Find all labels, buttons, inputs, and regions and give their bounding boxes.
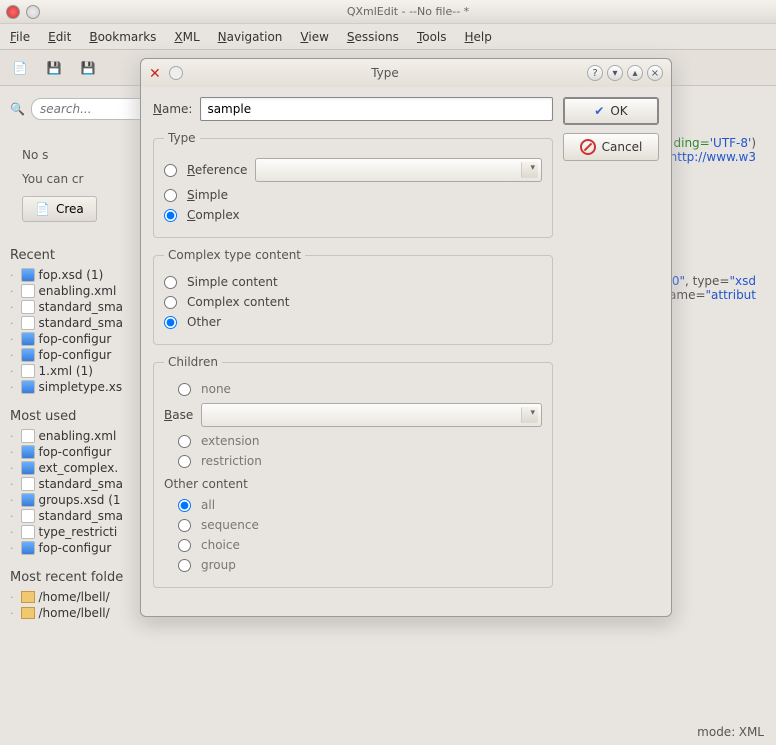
- ok-button[interactable]: ✔ OK: [563, 97, 659, 125]
- type-reference-label: Reference: [187, 163, 247, 177]
- oc-group-label: group: [201, 558, 236, 572]
- type-dialog: ✕ Type ? ▾ ▴ × Name: Type Re: [140, 58, 672, 617]
- other-content-header: Other content: [164, 477, 542, 491]
- oc-choice-label: choice: [201, 538, 240, 552]
- dialog-x-icon[interactable]: ×: [647, 65, 663, 81]
- oc-group-radio[interactable]: [178, 559, 191, 572]
- base-combo[interactable]: [201, 403, 542, 427]
- oc-all-radio[interactable]: [178, 499, 191, 512]
- ctc-other-label: Other: [187, 315, 221, 329]
- oc-all-label: all: [201, 498, 215, 512]
- base-label: Base: [164, 408, 193, 422]
- dialog-overlay: ✕ Type ? ▾ ▴ × Name: Type Re: [0, 0, 776, 745]
- ctc-legend: Complex type content: [164, 248, 305, 262]
- children-none-label: none: [201, 382, 231, 396]
- reference-combo[interactable]: [255, 158, 542, 182]
- cancel-icon: [580, 139, 596, 155]
- cancel-label: Cancel: [602, 140, 643, 154]
- type-fieldset: Type Reference Simple Complex: [153, 131, 553, 238]
- collapse-up-icon[interactable]: ▴: [627, 65, 643, 81]
- children-restriction-radio[interactable]: [178, 455, 191, 468]
- help-icon[interactable]: ?: [587, 65, 603, 81]
- type-legend: Type: [164, 131, 200, 145]
- dialog-titlebar: ✕ Type ? ▾ ▴ ×: [141, 59, 671, 87]
- type-simple-label: Simple: [187, 188, 228, 202]
- dialog-min-icon[interactable]: [169, 66, 183, 80]
- children-restriction-label: restriction: [201, 454, 262, 468]
- ctc-complex-radio[interactable]: [164, 296, 177, 309]
- ok-label: OK: [610, 104, 627, 118]
- oc-sequence-label: sequence: [201, 518, 259, 532]
- dialog-close-icon[interactable]: ✕: [149, 66, 163, 80]
- complex-content-fieldset: Complex type content Simple content Comp…: [153, 248, 553, 345]
- children-extension-label: extension: [201, 434, 260, 448]
- check-icon: ✔: [594, 104, 604, 118]
- ctc-complex-label: Complex content: [187, 295, 289, 309]
- cancel-button[interactable]: Cancel: [563, 133, 659, 161]
- type-simple-radio[interactable]: [164, 189, 177, 202]
- name-label: Name:: [153, 102, 192, 116]
- type-complex-label: Complex: [187, 208, 240, 222]
- type-complex-radio[interactable]: [164, 209, 177, 222]
- children-fieldset: Children none Base extension restriction…: [153, 355, 553, 588]
- ctc-other-radio[interactable]: [164, 316, 177, 329]
- oc-choice-radio[interactable]: [178, 539, 191, 552]
- children-none-radio[interactable]: [178, 383, 191, 396]
- name-input[interactable]: [200, 97, 553, 121]
- dialog-title: Type: [189, 66, 581, 80]
- children-extension-radio[interactable]: [178, 435, 191, 448]
- type-reference-radio[interactable]: [164, 164, 177, 177]
- children-legend: Children: [164, 355, 222, 369]
- ctc-simple-label: Simple content: [187, 275, 278, 289]
- oc-sequence-radio[interactable]: [178, 519, 191, 532]
- collapse-down-icon[interactable]: ▾: [607, 65, 623, 81]
- ctc-simple-radio[interactable]: [164, 276, 177, 289]
